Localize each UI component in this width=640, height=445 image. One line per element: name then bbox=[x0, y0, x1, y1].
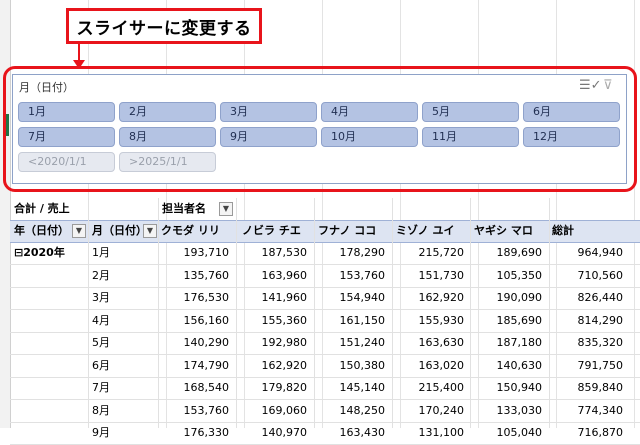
row-month-label: 5月 bbox=[92, 336, 110, 349]
table-cell: 151,730 bbox=[418, 268, 465, 282]
collapse-toggle-icon[interactable]: ⊟ bbox=[14, 246, 23, 259]
row-total-cell: 835,320 bbox=[577, 336, 624, 349]
table-cell: 189,690 bbox=[496, 246, 543, 259]
row-total-cell: 826,440 bbox=[577, 291, 624, 304]
table-cell: 140,290 bbox=[183, 336, 230, 349]
table-cell: 176,530 bbox=[183, 291, 230, 304]
column-field-label: 担当者名 bbox=[162, 202, 206, 215]
row-month-label: 7月 bbox=[92, 381, 110, 394]
table-cell: 161,150 bbox=[339, 313, 386, 327]
table-cell: 150,380 bbox=[339, 358, 386, 372]
table-cell: 174,790 bbox=[183, 358, 230, 372]
table-cell: 215,720 bbox=[418, 246, 465, 259]
row-total-cell: 774,340 bbox=[577, 403, 624, 417]
table-cell: 163,960 bbox=[261, 268, 308, 282]
column-filter-dropdown-icon[interactable]: ▼ bbox=[219, 202, 233, 216]
row-month-label: 9月 bbox=[92, 426, 110, 439]
row-month-label: 2月 bbox=[92, 268, 110, 282]
table-cell: 190,090 bbox=[496, 291, 543, 304]
table-cell: 151,240 bbox=[339, 336, 386, 349]
col-header-3: フナノ ココ bbox=[318, 224, 377, 237]
table-cell: 163,430 bbox=[339, 426, 386, 439]
row-field-year: 年（日付） bbox=[14, 224, 69, 237]
table-cell: 162,920 bbox=[418, 291, 465, 304]
row-total-cell: 710,560 bbox=[577, 268, 624, 282]
col-header-4: ミゾノ ユイ bbox=[396, 224, 455, 237]
row-month-label: 3月 bbox=[92, 291, 110, 304]
table-cell: 148,250 bbox=[339, 403, 386, 417]
col-header-5: ヤギシ マロ bbox=[474, 224, 533, 237]
row-month-label: 1月 bbox=[92, 246, 110, 259]
table-cell: 176,330 bbox=[183, 426, 230, 439]
table-cell: 178,290 bbox=[339, 246, 386, 259]
table-cell: 156,160 bbox=[183, 313, 230, 327]
table-cell: 133,030 bbox=[496, 403, 543, 417]
table-cell: 153,760 bbox=[183, 403, 230, 417]
table-cell: 163,020 bbox=[418, 358, 465, 372]
callout-box: スライサーに変更する bbox=[66, 8, 262, 44]
table-cell: 162,920 bbox=[261, 358, 308, 372]
table-cell: 170,240 bbox=[418, 403, 465, 417]
table-cell: 153,760 bbox=[339, 268, 386, 282]
table-cell: 192,980 bbox=[261, 336, 308, 349]
row-header-strip bbox=[0, 0, 11, 428]
table-cell: 105,350 bbox=[496, 268, 543, 282]
table-cell: 163,630 bbox=[418, 336, 465, 349]
value-field-label: 合計 / 売上 bbox=[14, 202, 70, 215]
table-cell: 179,820 bbox=[261, 381, 308, 394]
row-month-label: 4月 bbox=[92, 313, 110, 327]
table-cell: 169,060 bbox=[261, 403, 308, 417]
table-cell: 105,040 bbox=[496, 426, 543, 439]
table-cell: 187,530 bbox=[261, 246, 308, 259]
row-month-label: 6月 bbox=[92, 358, 110, 372]
table-cell: 155,360 bbox=[261, 313, 308, 327]
table-cell: 168,540 bbox=[183, 381, 230, 394]
month-filter-dropdown-icon[interactable]: ▼ bbox=[143, 224, 157, 238]
row-total-cell: 791,750 bbox=[577, 358, 624, 372]
year-group-label[interactable]: ⊟2020年 bbox=[14, 242, 65, 264]
callout-text: スライサーに変更する bbox=[76, 18, 252, 39]
col-header-2: ノビラ チエ bbox=[242, 224, 301, 237]
table-cell: 155,930 bbox=[418, 313, 465, 327]
table-cell: 185,690 bbox=[496, 313, 543, 327]
table-cell: 150,940 bbox=[496, 381, 543, 394]
row-total-cell: 964,940 bbox=[577, 246, 624, 259]
col-header-total: 総計 bbox=[552, 224, 574, 237]
row-month-label: 8月 bbox=[92, 403, 110, 417]
year-group-text: 2020年 bbox=[23, 246, 65, 259]
table-cell: 193,710 bbox=[183, 246, 230, 259]
table-cell: 131,100 bbox=[418, 426, 465, 439]
row-total-cell: 859,840 bbox=[577, 381, 624, 394]
table-cell: 140,970 bbox=[261, 426, 308, 439]
row-total-cell: 716,870 bbox=[577, 426, 624, 439]
table-cell: 215,400 bbox=[418, 381, 465, 394]
year-filter-dropdown-icon[interactable]: ▼ bbox=[72, 224, 86, 238]
table-cell: 135,760 bbox=[183, 268, 230, 282]
col-header-1: クモダ リリ bbox=[161, 224, 220, 237]
table-cell: 187,180 bbox=[496, 336, 543, 349]
table-cell: 140,630 bbox=[496, 358, 543, 372]
highlight-frame bbox=[3, 66, 637, 192]
row-field-month: 月（日付） bbox=[92, 224, 147, 237]
table-cell: 141,960 bbox=[261, 291, 308, 304]
row-total-cell: 814,290 bbox=[577, 313, 624, 327]
table-cell: 154,940 bbox=[339, 291, 386, 304]
table-cell: 145,140 bbox=[339, 381, 386, 394]
